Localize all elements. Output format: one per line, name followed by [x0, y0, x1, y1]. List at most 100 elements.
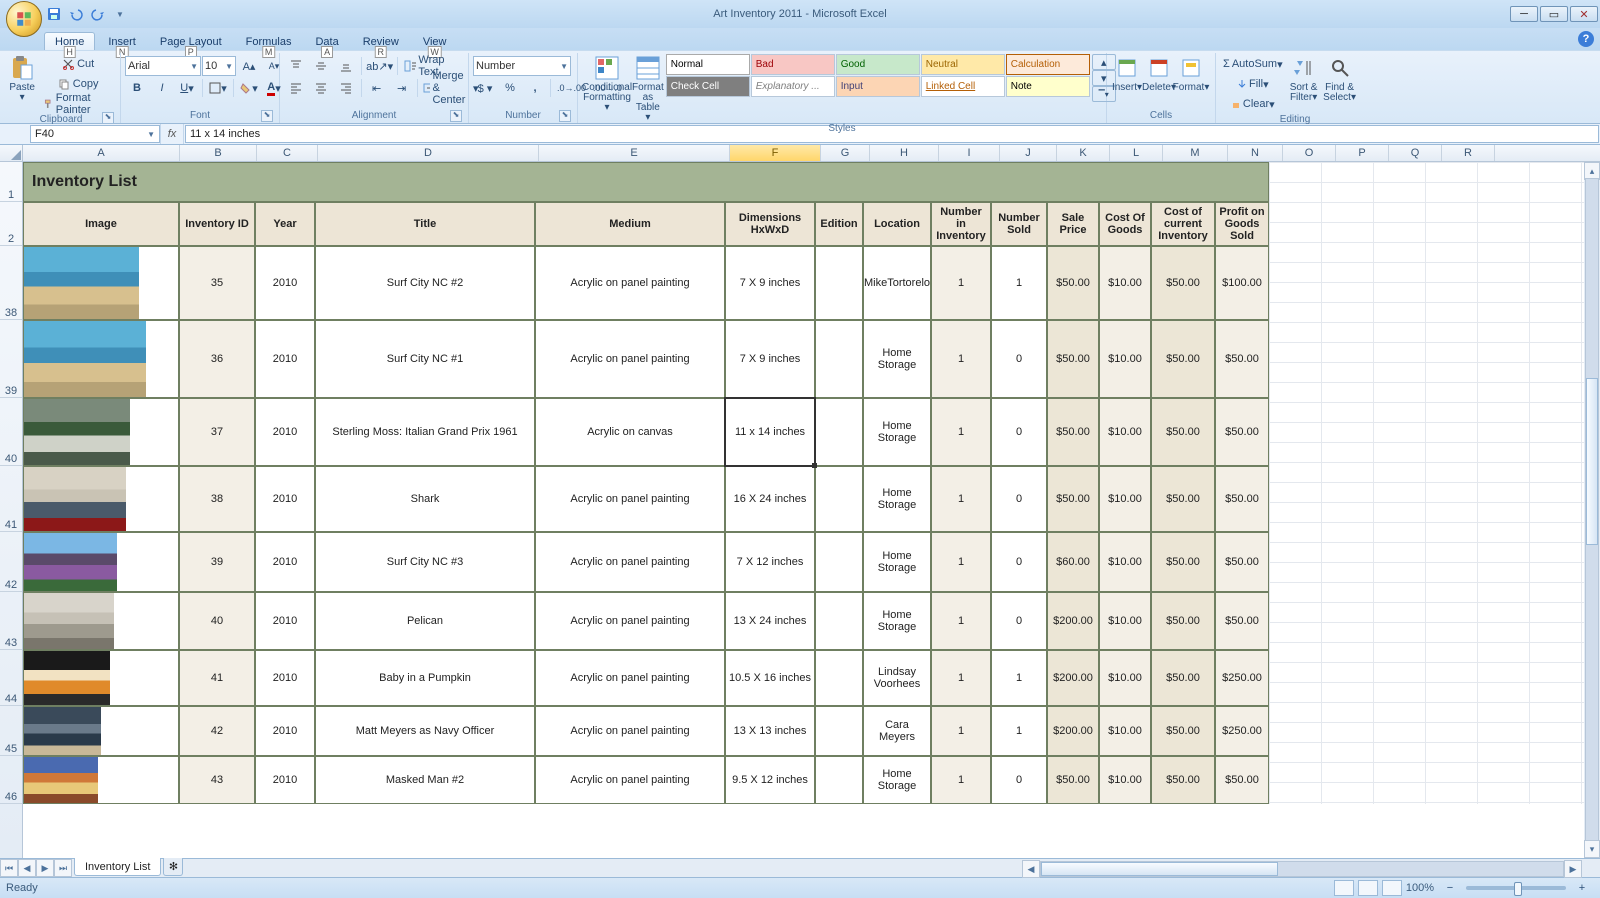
table-cell[interactable]: Acrylic on panel painting [535, 466, 725, 532]
tab-page-layout[interactable]: Page LayoutP [149, 32, 233, 50]
column-header-D[interactable]: D [318, 145, 539, 161]
column-header-E[interactable]: E [539, 145, 730, 161]
table-cell[interactable]: 39 [179, 532, 255, 592]
name-box[interactable]: F40▼ [30, 125, 160, 143]
tab-insert[interactable]: InsertN [97, 32, 147, 50]
table-cell[interactable]: $50.00 [1215, 532, 1269, 592]
office-button[interactable] [6, 1, 42, 37]
table-cell[interactable]: 42 [179, 706, 255, 756]
table-cell-image[interactable] [23, 320, 179, 398]
zoom-out[interactable]: − [1438, 878, 1462, 898]
increase-indent[interactable]: ⇥ [390, 78, 414, 98]
column-header-I[interactable]: I [939, 145, 1000, 161]
row-header-39[interactable]: 39 [0, 320, 22, 398]
table-cell[interactable]: 1 [991, 706, 1047, 756]
find-select[interactable]: Find & Select▾ [1322, 54, 1358, 103]
maximize-button[interactable]: ▭ [1540, 6, 1568, 22]
table-cell[interactable]: 16 X 24 inches [725, 466, 815, 532]
table-cell[interactable]: 7 X 9 inches [725, 246, 815, 320]
tab-home[interactable]: HomeH [44, 32, 95, 50]
table-cell[interactable]: 2010 [255, 650, 315, 706]
table-cell[interactable]: 43 [179, 756, 255, 804]
column-header-L[interactable]: L [1110, 145, 1163, 161]
table-cell[interactable]: 2010 [255, 320, 315, 398]
table-cell[interactable]: Surf City NC #3 [315, 532, 535, 592]
table-cell[interactable]: 2010 [255, 756, 315, 804]
table-cell[interactable]: 1 [931, 466, 991, 532]
table-cell-image[interactable] [23, 592, 179, 650]
table-cell[interactable]: $200.00 [1047, 706, 1099, 756]
table-cell[interactable]: Acrylic on panel painting [535, 592, 725, 650]
table-header[interactable]: Cost of current Inventory [1151, 202, 1215, 246]
table-cell[interactable]: $50.00 [1151, 650, 1215, 706]
table-cell[interactable]: Acrylic on panel painting [535, 756, 725, 804]
table-cell[interactable]: MikeTortorelo [863, 246, 931, 320]
table-cell[interactable]: Surf City NC #1 [315, 320, 535, 398]
tab-view[interactable]: ViewW [412, 32, 458, 50]
table-header[interactable]: Cost Of Goods [1099, 202, 1151, 246]
table-cell[interactable]: 0 [991, 398, 1047, 466]
table-cell-image[interactable] [23, 466, 179, 532]
table-cell[interactable]: 37 [179, 398, 255, 466]
table-cell[interactable]: Matt Meyers as Navy Officer [315, 706, 535, 756]
table-cell[interactable]: 1 [931, 706, 991, 756]
tab-nav-prev[interactable]: ◀ [18, 859, 36, 877]
zoom-slider[interactable] [1466, 886, 1566, 890]
insert-cells[interactable]: Insert▾ [1111, 54, 1143, 93]
column-header-J[interactable]: J [1000, 145, 1057, 161]
table-cell[interactable]: 1 [931, 650, 991, 706]
row-header-44[interactable]: 44 [0, 650, 22, 706]
cell-style-normal[interactable]: Normal [666, 54, 750, 75]
table-cell[interactable]: $50.00 [1151, 320, 1215, 398]
table-cell[interactable]: $50.00 [1215, 466, 1269, 532]
cell-style-calculation[interactable]: Calculation [1006, 54, 1090, 75]
cell-style-bad[interactable]: Bad [751, 54, 835, 75]
column-header-B[interactable]: B [180, 145, 257, 161]
column-header-C[interactable]: C [257, 145, 318, 161]
table-cell[interactable]: 1 [931, 592, 991, 650]
help-icon[interactable]: ? [1578, 31, 1594, 47]
align-left[interactable] [284, 78, 308, 98]
table-cell[interactable]: 41 [179, 650, 255, 706]
table-cell[interactable]: 11 x 14 inches [725, 398, 815, 466]
table-cell[interactable]: Sterling Moss: Italian Grand Prix 1961 [315, 398, 535, 466]
table-cell[interactable]: 35 [179, 246, 255, 320]
table-cell[interactable]: $250.00 [1215, 706, 1269, 756]
table-cell[interactable]: $50.00 [1047, 756, 1099, 804]
table-cell[interactable]: $50.00 [1047, 466, 1099, 532]
font-launcher[interactable]: ⬊ [261, 110, 273, 122]
column-header-A[interactable]: A [23, 145, 180, 161]
inventory-title[interactable]: Inventory List [23, 162, 1269, 202]
table-header[interactable]: Location [863, 202, 931, 246]
table-cell[interactable]: 38 [179, 466, 255, 532]
column-header-O[interactable]: O [1283, 145, 1336, 161]
table-cell[interactable]: $50.00 [1215, 592, 1269, 650]
align-right[interactable] [334, 78, 358, 98]
table-header[interactable]: Dimensions HxWxD [725, 202, 815, 246]
column-header-H[interactable]: H [870, 145, 939, 161]
grow-font[interactable]: A▴ [237, 56, 261, 76]
table-cell[interactable]: 13 X 24 inches [725, 592, 815, 650]
table-cell[interactable]: $50.00 [1215, 398, 1269, 466]
select-all-corner[interactable] [0, 145, 23, 161]
table-cell[interactable]: Home Storage [863, 532, 931, 592]
table-cell[interactable]: $10.00 [1099, 246, 1151, 320]
fx-icon[interactable]: fx [160, 124, 184, 144]
align-top[interactable] [284, 56, 308, 76]
table-cell[interactable]: $60.00 [1047, 532, 1099, 592]
percent-format[interactable]: % [498, 78, 522, 98]
comma-format[interactable]: , [523, 78, 547, 98]
table-cell[interactable] [815, 650, 863, 706]
table-cell[interactable]: $50.00 [1047, 398, 1099, 466]
table-cell[interactable]: Acrylic on panel painting [535, 320, 725, 398]
bold-button[interactable]: B [125, 78, 149, 98]
table-cell[interactable]: 2010 [255, 592, 315, 650]
cut-button[interactable]: Cut [40, 54, 116, 74]
table-cell[interactable]: $50.00 [1151, 466, 1215, 532]
clear[interactable]: Clear ▾ [1220, 94, 1286, 114]
column-header-R[interactable]: R [1442, 145, 1495, 161]
table-cell[interactable] [815, 398, 863, 466]
table-cell[interactable]: $100.00 [1215, 246, 1269, 320]
table-cell[interactable] [815, 706, 863, 756]
table-cell[interactable]: $10.00 [1099, 398, 1151, 466]
